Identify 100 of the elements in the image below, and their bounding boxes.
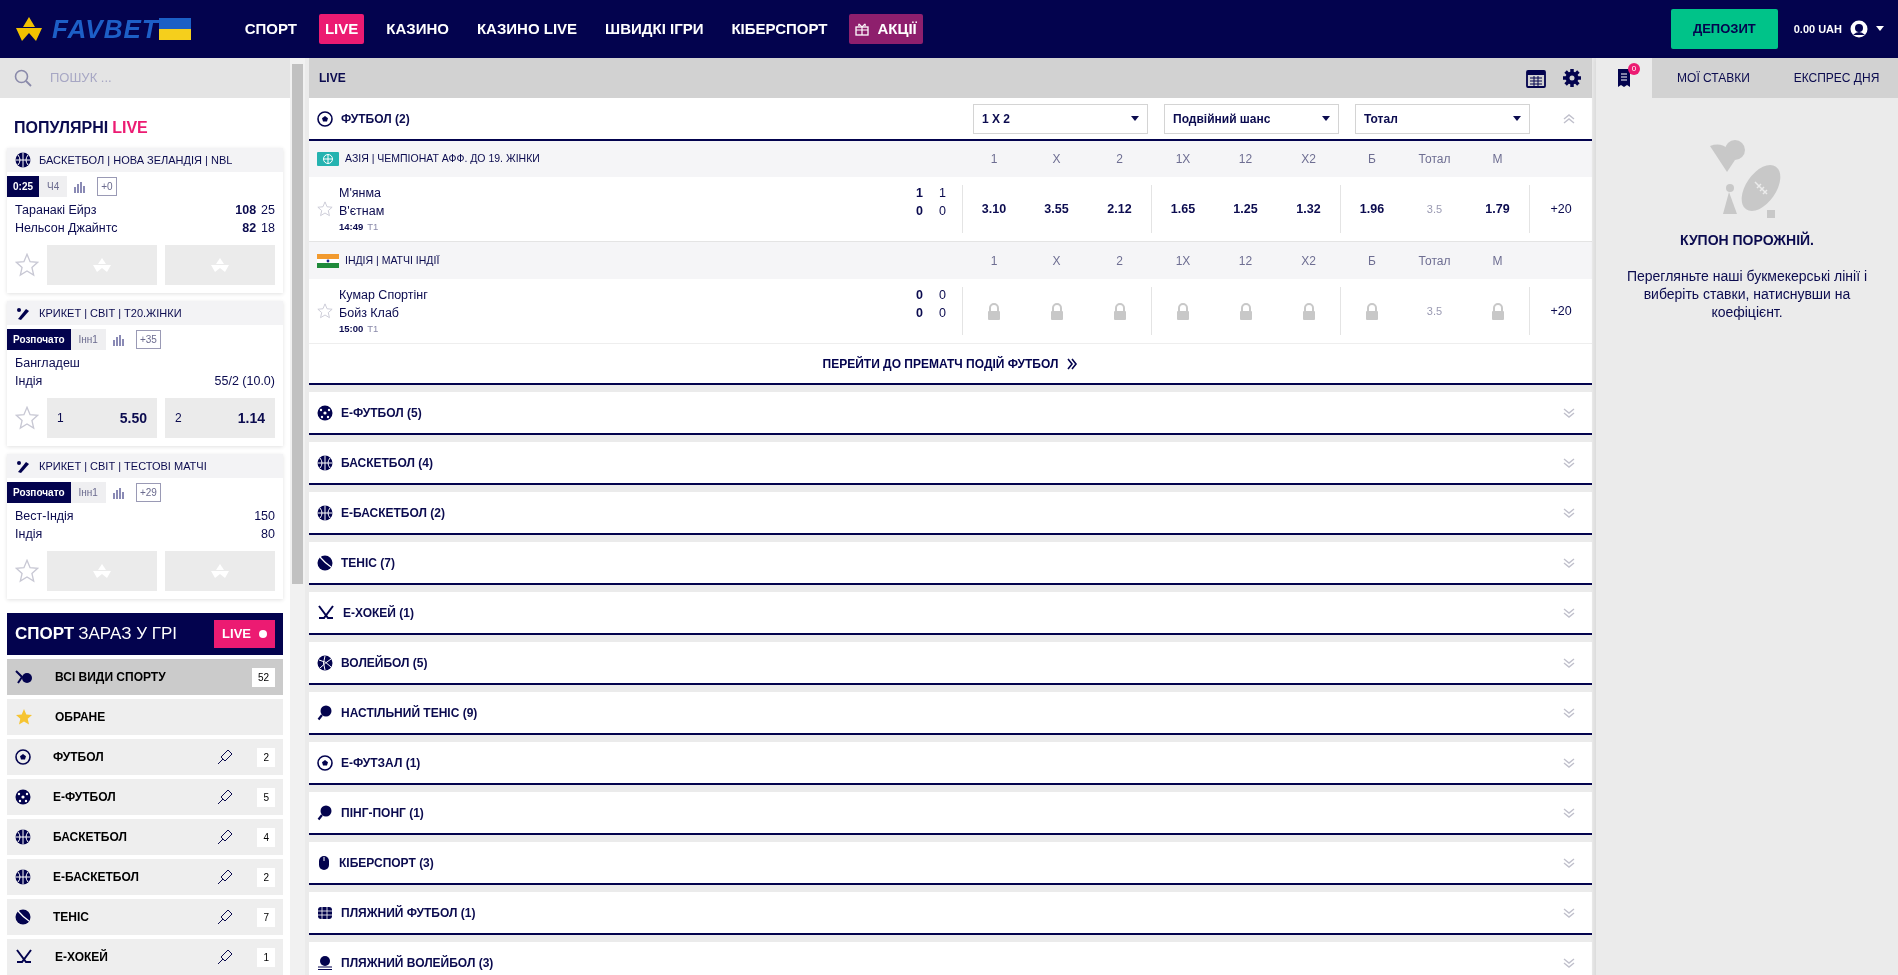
pin-icon[interactable] bbox=[217, 949, 234, 965]
market-select[interactable]: Подвійний шанс bbox=[1164, 103, 1339, 134]
hockey-sticks-icon bbox=[317, 604, 335, 621]
market-select[interactable]: Тотал bbox=[1355, 103, 1530, 134]
column-header: X2 bbox=[1300, 151, 1317, 168]
section-title[interactable]: Е-ХОКЕЙ (1) bbox=[343, 603, 414, 622]
section-title[interactable]: ПІНГ-ПОНГ (1) bbox=[341, 803, 424, 822]
league-name[interactable]: АЗІЯ | ЧЕМПІОНАТ АФФ. ДО 19. ЖІНКИ bbox=[345, 151, 962, 167]
odds-value: 1.14 bbox=[237, 408, 265, 428]
count-badge: 52 bbox=[251, 667, 275, 687]
section-title: СПОРТ bbox=[15, 623, 75, 646]
calendar-icon[interactable] bbox=[1526, 68, 1546, 88]
odds-button[interactable]: 2 1.14 bbox=[165, 398, 275, 438]
odds-value[interactable]: 2.12 bbox=[1107, 199, 1132, 219]
sport-item[interactable]: ВСІ ВИДИ СПОРТУ 52 bbox=[7, 659, 283, 695]
caret-icon bbox=[1322, 115, 1330, 122]
pin-icon[interactable] bbox=[217, 829, 234, 845]
markets-count[interactable]: +35 bbox=[135, 330, 161, 349]
team-name: Індія bbox=[15, 373, 44, 390]
gift-icon bbox=[855, 22, 870, 36]
odds-value[interactable]: 1.79 bbox=[1485, 199, 1510, 219]
team-name: Кумар Спортінг bbox=[339, 286, 429, 304]
nav-link[interactable]: АКЦІЇ bbox=[849, 13, 923, 45]
sport-item[interactable]: БАСКЕТБОЛ 4 bbox=[7, 819, 283, 855]
section-title[interactable]: НАСТІЛЬНИЙ ТЕНІС (9) bbox=[341, 703, 478, 722]
section-title[interactable]: ФУТБОЛ (2) bbox=[341, 109, 410, 128]
stats-icon[interactable] bbox=[73, 180, 88, 193]
sport-item[interactable]: Е-ФУТБОЛ 5 bbox=[7, 779, 283, 815]
stats-icon[interactable] bbox=[111, 333, 126, 346]
sport-item[interactable]: ОБРАНЕ bbox=[7, 699, 283, 735]
globe-icon bbox=[317, 152, 339, 166]
cricket-bat-icon bbox=[15, 305, 31, 321]
sport-item[interactable]: ФУТБОЛ 2 bbox=[7, 739, 283, 775]
nav-link[interactable]: LIVE bbox=[318, 13, 365, 45]
scrollbar[interactable] bbox=[290, 58, 305, 975]
odds-value[interactable]: 3.10 bbox=[981, 199, 1007, 219]
sport-item[interactable]: ТЕНІС 7 bbox=[7, 899, 283, 935]
odds-value[interactable]: 1.96 bbox=[1359, 199, 1385, 219]
chevron-up-icon[interactable] bbox=[1562, 111, 1576, 126]
odds-value[interactable]: 1.25 bbox=[1233, 199, 1258, 219]
score: 150 bbox=[254, 508, 275, 525]
nav-link[interactable]: СПОРТ bbox=[238, 13, 303, 45]
section-title[interactable]: ПЛЯЖНИЙ ФУТБОЛ (1) bbox=[341, 903, 476, 922]
pin-icon[interactable] bbox=[217, 749, 234, 765]
caret-icon bbox=[1131, 115, 1139, 122]
markets-count[interactable]: +20 bbox=[1550, 301, 1572, 321]
sport-item[interactable]: Е-ХОКЕЙ 1 bbox=[7, 939, 283, 975]
score: 0 bbox=[939, 286, 946, 304]
score: 0 bbox=[916, 304, 924, 322]
team-name: Бойз Клаб bbox=[339, 304, 401, 322]
team-name: Нельсон Джайнтс bbox=[15, 220, 119, 237]
pin-icon[interactable] bbox=[217, 869, 234, 885]
odds-value[interactable]: 3.55 bbox=[1044, 199, 1069, 219]
section-title[interactable]: БАСКЕТБОЛ (4) bbox=[341, 453, 433, 472]
league-name[interactable]: ІНДІЯ | МАТЧІ ІНДІЇ bbox=[345, 252, 962, 269]
odds-value[interactable]: 1.65 bbox=[1170, 199, 1196, 219]
prematch-link[interactable]: ПЕРЕЙТИ ДО ПРЕМАТЧ ПОДІЙ ФУТБОЛ bbox=[822, 354, 1079, 373]
search-bar[interactable]: ПОШУК ... bbox=[0, 58, 290, 98]
column-header: М bbox=[1491, 252, 1504, 270]
tab[interactable]: ЕКСПРЕС ДНЯ bbox=[1775, 58, 1898, 98]
star-icon[interactable] bbox=[15, 406, 39, 430]
column-header: 1 bbox=[989, 151, 999, 168]
score: 80 bbox=[261, 526, 275, 543]
section-title[interactable]: Е-ФУТБОЛ (5) bbox=[341, 403, 422, 422]
star-icon[interactable] bbox=[15, 559, 39, 583]
markets-count[interactable]: +29 bbox=[135, 483, 161, 502]
pin-icon[interactable] bbox=[217, 789, 234, 805]
nav-link[interactable]: КАЗИНО bbox=[380, 13, 455, 45]
sport-item[interactable]: Е-БАСКЕТБОЛ 2 bbox=[7, 859, 283, 895]
odds-button[interactable]: 1 5.50 bbox=[47, 398, 157, 438]
search-field[interactable]: ПОШУК ... bbox=[48, 67, 248, 89]
empty-title: КУПОН ПОРОЖНІЙ. bbox=[1680, 230, 1814, 250]
caret-icon[interactable] bbox=[1876, 26, 1884, 32]
section-title[interactable]: ТЕНІС (7) bbox=[341, 553, 395, 572]
count-badge: 1 bbox=[257, 947, 275, 967]
star-icon[interactable] bbox=[317, 201, 333, 217]
section-title[interactable]: ПЛЯЖНИЙ ВОЛЕЙБОЛ (3) bbox=[341, 953, 494, 972]
section-title[interactable]: КІБЕРСПОРТ (3) bbox=[339, 853, 434, 872]
team-name: В'єтнам bbox=[339, 202, 386, 220]
market-select[interactable]: 1 X 2 bbox=[973, 103, 1148, 134]
odds-value[interactable]: 1.32 bbox=[1296, 199, 1321, 219]
deposit-button[interactable]: ДЕПОЗИТ bbox=[1670, 9, 1778, 49]
star-icon[interactable] bbox=[15, 253, 39, 277]
basketball-icon bbox=[15, 869, 31, 885]
nav-link[interactable]: КІБЕРСПОРТ bbox=[725, 13, 834, 45]
section-title[interactable]: Е-ФУТЗАЛ (1) bbox=[341, 753, 421, 772]
markets-count[interactable]: +0 bbox=[97, 177, 117, 196]
tab[interactable]: МОЇ СТАВКИ bbox=[1652, 58, 1775, 98]
star-icon[interactable] bbox=[317, 303, 333, 319]
settings-icon[interactable] bbox=[1562, 68, 1582, 88]
section-title[interactable]: ВОЛЕЙБОЛ (5) bbox=[341, 653, 428, 672]
stats-icon[interactable] bbox=[111, 486, 126, 499]
count-badge: 0 bbox=[1628, 63, 1640, 75]
section-title[interactable]: Е-БАСКЕТБОЛ (2) bbox=[341, 503, 445, 522]
user-icon[interactable] bbox=[1850, 20, 1868, 38]
pin-icon[interactable] bbox=[217, 909, 234, 925]
nav-link[interactable]: КАЗИНО LIVE bbox=[470, 13, 584, 45]
coupon-tab[interactable]: 0 bbox=[1596, 58, 1652, 98]
nav-link[interactable]: ШВИДКІ ІГРИ bbox=[599, 13, 710, 45]
markets-count[interactable]: +20 bbox=[1550, 199, 1572, 219]
